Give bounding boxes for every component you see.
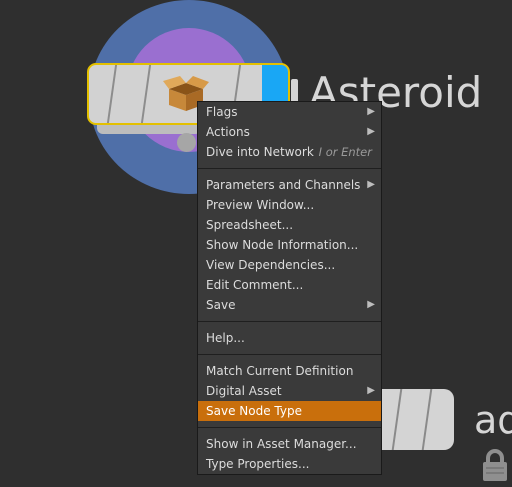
menu-item-label: View Dependencies... [206, 258, 336, 272]
menu-item-type-properties[interactable]: Type Properties... [198, 454, 381, 474]
secondary-node-label: ad [474, 398, 512, 442]
menu-item-label: Dive into Network [206, 145, 314, 159]
menu-item-label: Save Node Type [206, 404, 302, 418]
submenu-arrow-icon: ▶ [367, 385, 375, 396]
submenu-arrow-icon: ▶ [367, 299, 375, 310]
submenu-arrow-icon: ▶ [367, 126, 375, 137]
menu-item-show-in-asset-manager[interactable]: Show in Asset Manager... [198, 434, 381, 454]
node-stripe [421, 389, 433, 450]
menu-item-actions[interactable]: Actions ▶ [198, 122, 381, 142]
menu-item-dive-into-network[interactable]: Dive into Network I or Enter [198, 142, 381, 162]
menu-item-shortcut: I or Enter [318, 145, 372, 159]
menu-item-edit-comment[interactable]: Edit Comment... [198, 275, 381, 295]
node-output-connector[interactable] [177, 133, 196, 152]
menu-item-label: Flags [206, 105, 238, 119]
menu-separator [198, 354, 381, 355]
lock-icon [483, 449, 507, 481]
menu-item-label: Preview Window... [206, 198, 315, 212]
menu-item-label: Parameters and Channels [206, 178, 361, 192]
menu-separator [198, 427, 381, 428]
menu-item-save[interactable]: Save ▶ [198, 295, 381, 315]
node-stripe [391, 389, 403, 450]
secondary-node[interactable] [376, 389, 454, 450]
menu-item-label: Show Node Information... [206, 238, 359, 252]
menu-item-help[interactable]: Help... [198, 328, 381, 348]
submenu-arrow-icon: ▶ [367, 179, 375, 190]
menu-item-label: Show in Asset Manager... [206, 437, 357, 451]
menu-item-label: Digital Asset [206, 384, 282, 398]
menu-item-digital-asset[interactable]: Digital Asset ▶ [198, 381, 381, 401]
node-stripe [140, 65, 152, 123]
node-context-menu: Flags ▶ Actions ▶ Dive into Network I or… [197, 101, 382, 475]
menu-item-preview-window[interactable]: Preview Window... [198, 195, 381, 215]
menu-item-label: Help... [206, 331, 245, 345]
menu-item-label: Spreadsheet... [206, 218, 294, 232]
menu-item-spreadsheet[interactable]: Spreadsheet... [198, 215, 381, 235]
submenu-arrow-icon: ▶ [367, 106, 375, 117]
menu-item-parameters-and-channels[interactable]: Parameters and Channels ▶ [198, 175, 381, 195]
menu-item-show-node-information[interactable]: Show Node Information... [198, 235, 381, 255]
menu-item-label: Edit Comment... [206, 278, 304, 292]
node-stripe [106, 65, 118, 123]
menu-item-view-dependencies[interactable]: View Dependencies... [198, 255, 381, 275]
menu-item-match-current-definition[interactable]: Match Current Definition [198, 361, 381, 381]
menu-item-save-node-type[interactable]: Save Node Type [198, 401, 381, 421]
menu-item-flags[interactable]: Flags ▶ [198, 102, 381, 122]
menu-item-label: Type Properties... [206, 457, 310, 471]
menu-separator [198, 168, 381, 169]
menu-item-label: Match Current Definition [206, 364, 354, 378]
menu-item-label: Save [206, 298, 236, 312]
menu-item-label: Actions [206, 125, 250, 139]
menu-separator [198, 321, 381, 322]
